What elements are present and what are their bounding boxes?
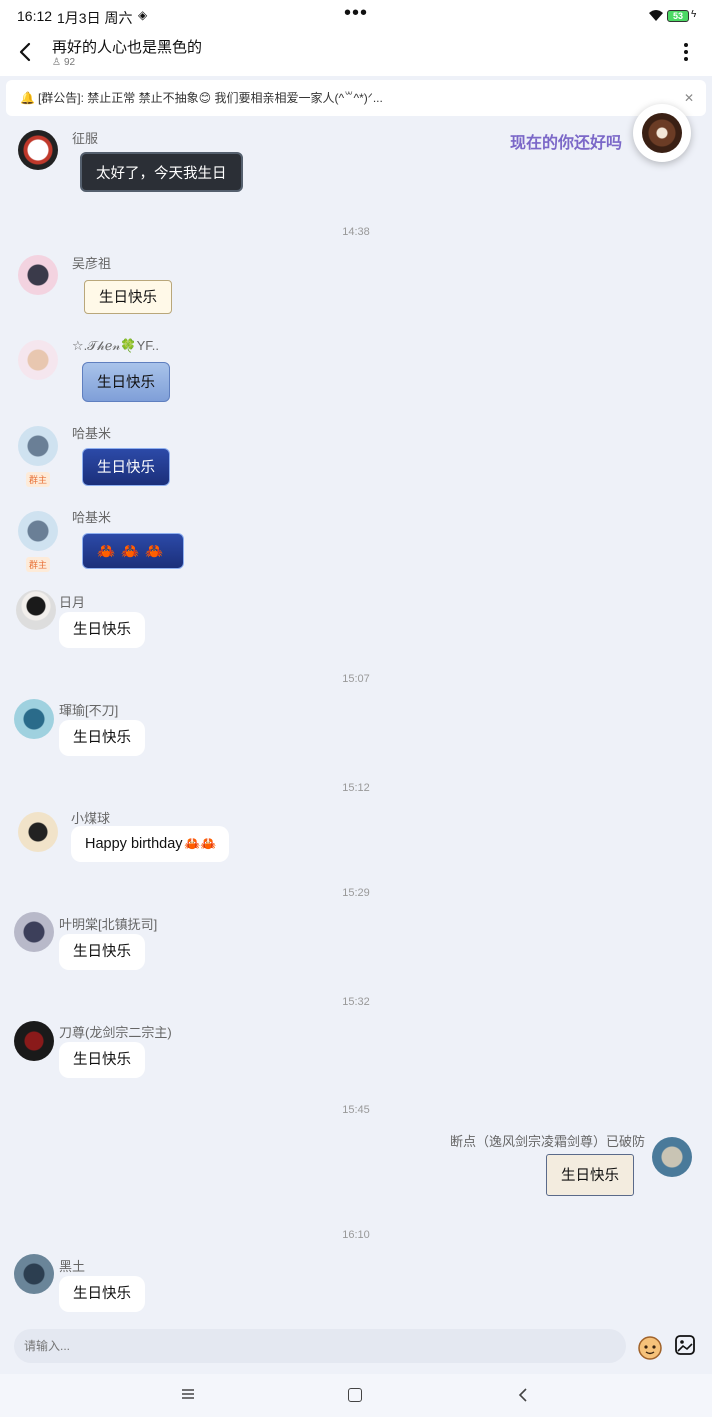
sender-name: 吴彦祖 bbox=[72, 256, 112, 271]
message-bubble[interactable]: 🦀🦀🦀 bbox=[82, 533, 185, 569]
owner-badge: 群主 bbox=[26, 557, 51, 572]
message-bubble[interactable]: 生日快乐 bbox=[82, 362, 170, 402]
close-icon[interactable]: ✕ bbox=[684, 80, 694, 116]
emoji-icon[interactable] bbox=[636, 1333, 664, 1361]
nav-back-icon[interactable] bbox=[516, 1386, 530, 1404]
window-dots[interactable]: ••• bbox=[344, 2, 368, 25]
sender-name: ☆.𝒯𝒽ℯ𝓃🍀YF.. bbox=[72, 338, 159, 353]
sender-name: 哈基米 bbox=[72, 426, 112, 441]
message-text: Happy birthday bbox=[85, 836, 183, 852]
avatar[interactable] bbox=[18, 511, 58, 551]
message-bubble[interactable]: 生日快乐 bbox=[82, 448, 170, 486]
chat-header: 再好的人心也是黑色的 ♙ 92 bbox=[0, 32, 712, 76]
charging-icon: ϟ bbox=[691, 9, 697, 20]
timestamp: 15:32 bbox=[342, 996, 370, 1008]
status-bar: 16:12 1月3日 周六 ◈ ••• 53 ϟ bbox=[0, 0, 712, 32]
owner-badge: 群主 bbox=[26, 472, 51, 487]
music-title[interactable]: 现在的你还好吗 bbox=[510, 129, 622, 153]
avatar[interactable] bbox=[16, 590, 56, 630]
message-bubble[interactable]: Happy birthday 🦀🦀 bbox=[71, 826, 229, 862]
sender-name: 哈基米 bbox=[72, 510, 112, 525]
sender-name: 断点（逸风剑宗凌霜剑尊）已破防 bbox=[450, 1134, 646, 1149]
avatar[interactable] bbox=[18, 812, 58, 852]
emoji-sticker-icon: 🦀🦀 bbox=[184, 836, 217, 851]
message-input[interactable] bbox=[14, 1329, 626, 1363]
vinyl-icon bbox=[642, 113, 682, 153]
music-disc[interactable] bbox=[633, 104, 691, 162]
message-bubble[interactable]: 太好了，今天我生日 bbox=[80, 152, 243, 192]
input-bar bbox=[0, 1318, 712, 1374]
group-title[interactable]: 再好的人心也是黑色的 bbox=[52, 36, 202, 57]
sender-name: 黑土 bbox=[59, 1259, 86, 1274]
avatar[interactable] bbox=[14, 1254, 54, 1294]
avatar[interactable] bbox=[18, 340, 58, 380]
menu-icon[interactable] bbox=[180, 1386, 196, 1402]
avatar[interactable] bbox=[14, 1021, 54, 1061]
avatar[interactable] bbox=[14, 912, 54, 952]
sender-name: 叶明棠[北镇抚司] bbox=[59, 917, 158, 932]
sender-name: 小煤球 bbox=[71, 811, 111, 826]
message-bubble[interactable]: 生日快乐 bbox=[546, 1154, 634, 1196]
sender-name: 征服 bbox=[72, 131, 99, 146]
member-count[interactable]: ♙ 92 bbox=[52, 57, 75, 68]
avatar[interactable] bbox=[14, 699, 54, 739]
sender-name: 刀尊(龙剑宗二宗主) bbox=[59, 1025, 172, 1040]
message-bubble[interactable]: 生日快乐 bbox=[84, 280, 172, 314]
timestamp: 15:45 bbox=[342, 1104, 370, 1116]
wifi-icon bbox=[649, 10, 663, 21]
avatar[interactable] bbox=[18, 255, 58, 295]
sender-name: 琿瑜[不刀] bbox=[59, 703, 119, 718]
message-bubble[interactable]: 生日快乐 bbox=[59, 1276, 145, 1312]
home-icon[interactable] bbox=[348, 1388, 362, 1402]
sender-name: 日月 bbox=[59, 595, 86, 610]
battery-icon: 53 bbox=[667, 10, 689, 22]
timestamp: 15:12 bbox=[342, 782, 370, 794]
avatar[interactable] bbox=[18, 130, 58, 170]
bell-icon: 🔔 bbox=[20, 91, 35, 105]
member-count-value: 92 bbox=[63, 57, 76, 68]
message-bubble[interactable]: 生日快乐 bbox=[59, 720, 145, 756]
back-arrow-icon[interactable] bbox=[16, 40, 36, 64]
message-bubble[interactable]: 生日快乐 bbox=[59, 934, 145, 970]
timestamp: 16:10 bbox=[342, 1229, 370, 1241]
more-vertical-icon[interactable] bbox=[680, 40, 692, 64]
layers-icon: ◈ bbox=[138, 8, 148, 22]
group-announcement[interactable]: 🔔 [群公告]: 禁止正常 禁止不抽象😊 我们要相亲相爱一家人(^꒳^*)ᐟ...… bbox=[6, 80, 706, 116]
person-icon: ♙ bbox=[52, 57, 61, 68]
system-nav-bar bbox=[0, 1374, 712, 1417]
avatar[interactable] bbox=[18, 426, 58, 466]
avatar[interactable] bbox=[652, 1137, 692, 1177]
timestamp: 15:07 bbox=[342, 673, 370, 685]
image-icon[interactable] bbox=[674, 1334, 696, 1356]
announcement-text: [群公告]: 禁止正常 禁止不抽象😊 我们要相亲相爱一家人(^꒳^*)ᐟ... bbox=[37, 91, 383, 105]
message-bubble[interactable]: 生日快乐 bbox=[59, 612, 145, 648]
message-bubble[interactable]: 生日快乐 bbox=[59, 1042, 145, 1078]
timestamp: 15:29 bbox=[342, 887, 370, 899]
status-date: 1月3日 周六 bbox=[57, 10, 133, 26]
status-time: 16:12 bbox=[17, 8, 53, 24]
timestamp: 14:38 bbox=[342, 226, 370, 238]
